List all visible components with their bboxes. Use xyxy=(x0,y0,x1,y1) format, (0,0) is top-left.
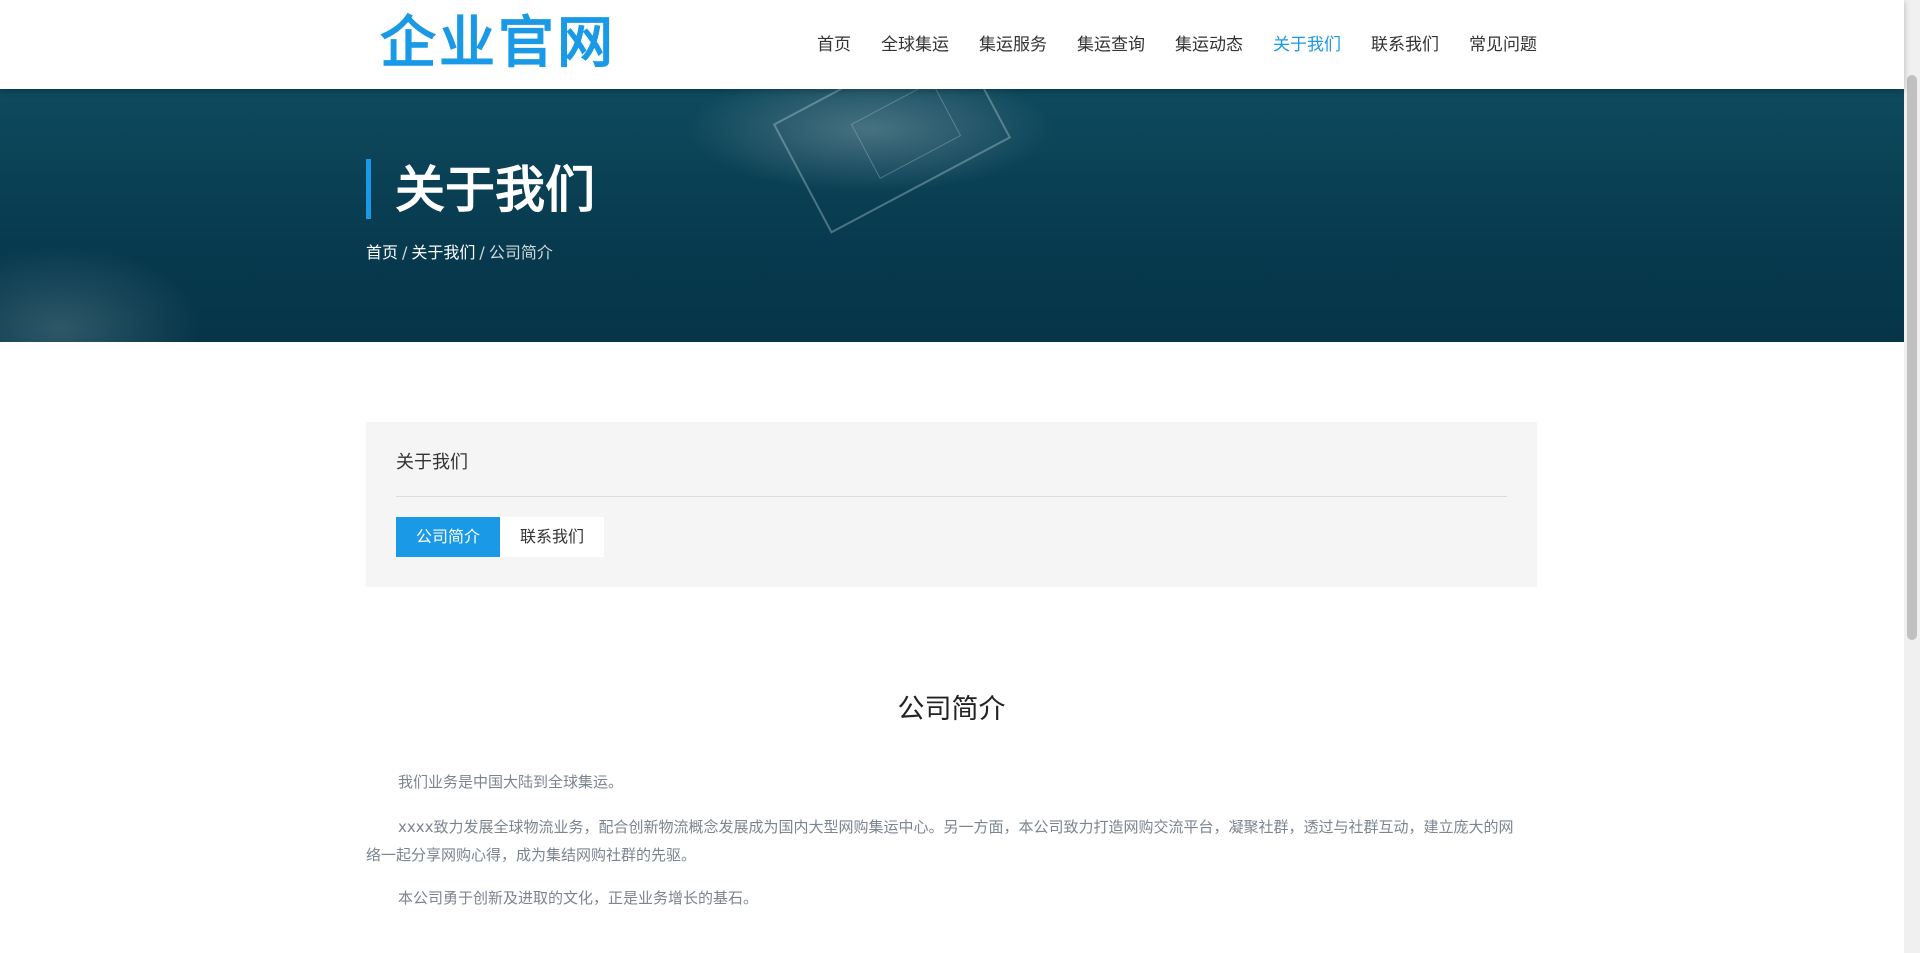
content-paragraph: xxxx致力发展全球物流业务，配合创新物流概念发展成为国内大型网购集运中心。另一… xyxy=(366,818,1514,864)
content-title: 公司简介 xyxy=(897,694,1006,725)
nav-item-faq[interactable]: 常见问题 xyxy=(1469,30,1537,60)
nav-item-shipping-services[interactable]: 集运服务 xyxy=(979,30,1047,60)
nav-item-shipping-tracking[interactable]: 集运查询 xyxy=(1077,30,1145,60)
main-nav: 首页 全球集运 集运服务 集运查询 集运动态 关于我们 联系我们 常见问题 xyxy=(787,30,1537,60)
tab-company-profile[interactable]: 公司简介 xyxy=(396,517,501,557)
tab-contact-us[interactable]: 联系我们 xyxy=(500,517,605,557)
section-subnav-panel: 关于我们 公司简介 联系我们 xyxy=(366,422,1537,587)
nav-item-home[interactable]: 首页 xyxy=(817,30,851,60)
subnav-title: 关于我们 xyxy=(396,452,468,473)
page-banner: 关于我们 首页 / 关于我们 / 公司简介 xyxy=(0,89,1904,342)
breadcrumb-home-link[interactable]: 首页 xyxy=(366,243,398,262)
nav-item-shipping-news[interactable]: 集运动态 xyxy=(1175,30,1243,60)
content-paragraph: 我们业务是中国大陆到全球集运。 xyxy=(398,773,624,791)
breadcrumb-current: 公司简介 xyxy=(488,243,553,262)
breadcrumb-about-link[interactable]: 关于我们 xyxy=(411,243,475,262)
breadcrumb: 首页 / 关于我们 / 公司简介 xyxy=(366,241,553,265)
banner-title-accent-bar xyxy=(366,159,371,219)
scrollbar-thumb[interactable] xyxy=(1907,75,1917,640)
site-logo[interactable]: 企业官网 xyxy=(380,12,616,76)
subnav-tabs: 公司简介 联系我们 xyxy=(396,517,605,557)
nav-item-contact-us[interactable]: 联系我们 xyxy=(1371,30,1439,60)
subnav-divider xyxy=(396,496,1507,497)
content-paragraph: 本公司勇于创新及进取的文化，正是业务增长的基石。 xyxy=(398,889,759,907)
nav-item-global-shipping[interactable]: 全球集运 xyxy=(881,30,949,60)
breadcrumb-separator: / xyxy=(479,243,485,262)
page-scrollbar[interactable] xyxy=(1904,0,1920,953)
banner-title: 关于我们 xyxy=(395,161,595,219)
site-header: 企业官网 首页 全球集运 集运服务 集运查询 集运动态 关于我们 联系我们 常见… xyxy=(0,0,1904,89)
breadcrumb-separator: / xyxy=(402,243,408,262)
nav-item-about-us[interactable]: 关于我们 xyxy=(1273,30,1341,60)
